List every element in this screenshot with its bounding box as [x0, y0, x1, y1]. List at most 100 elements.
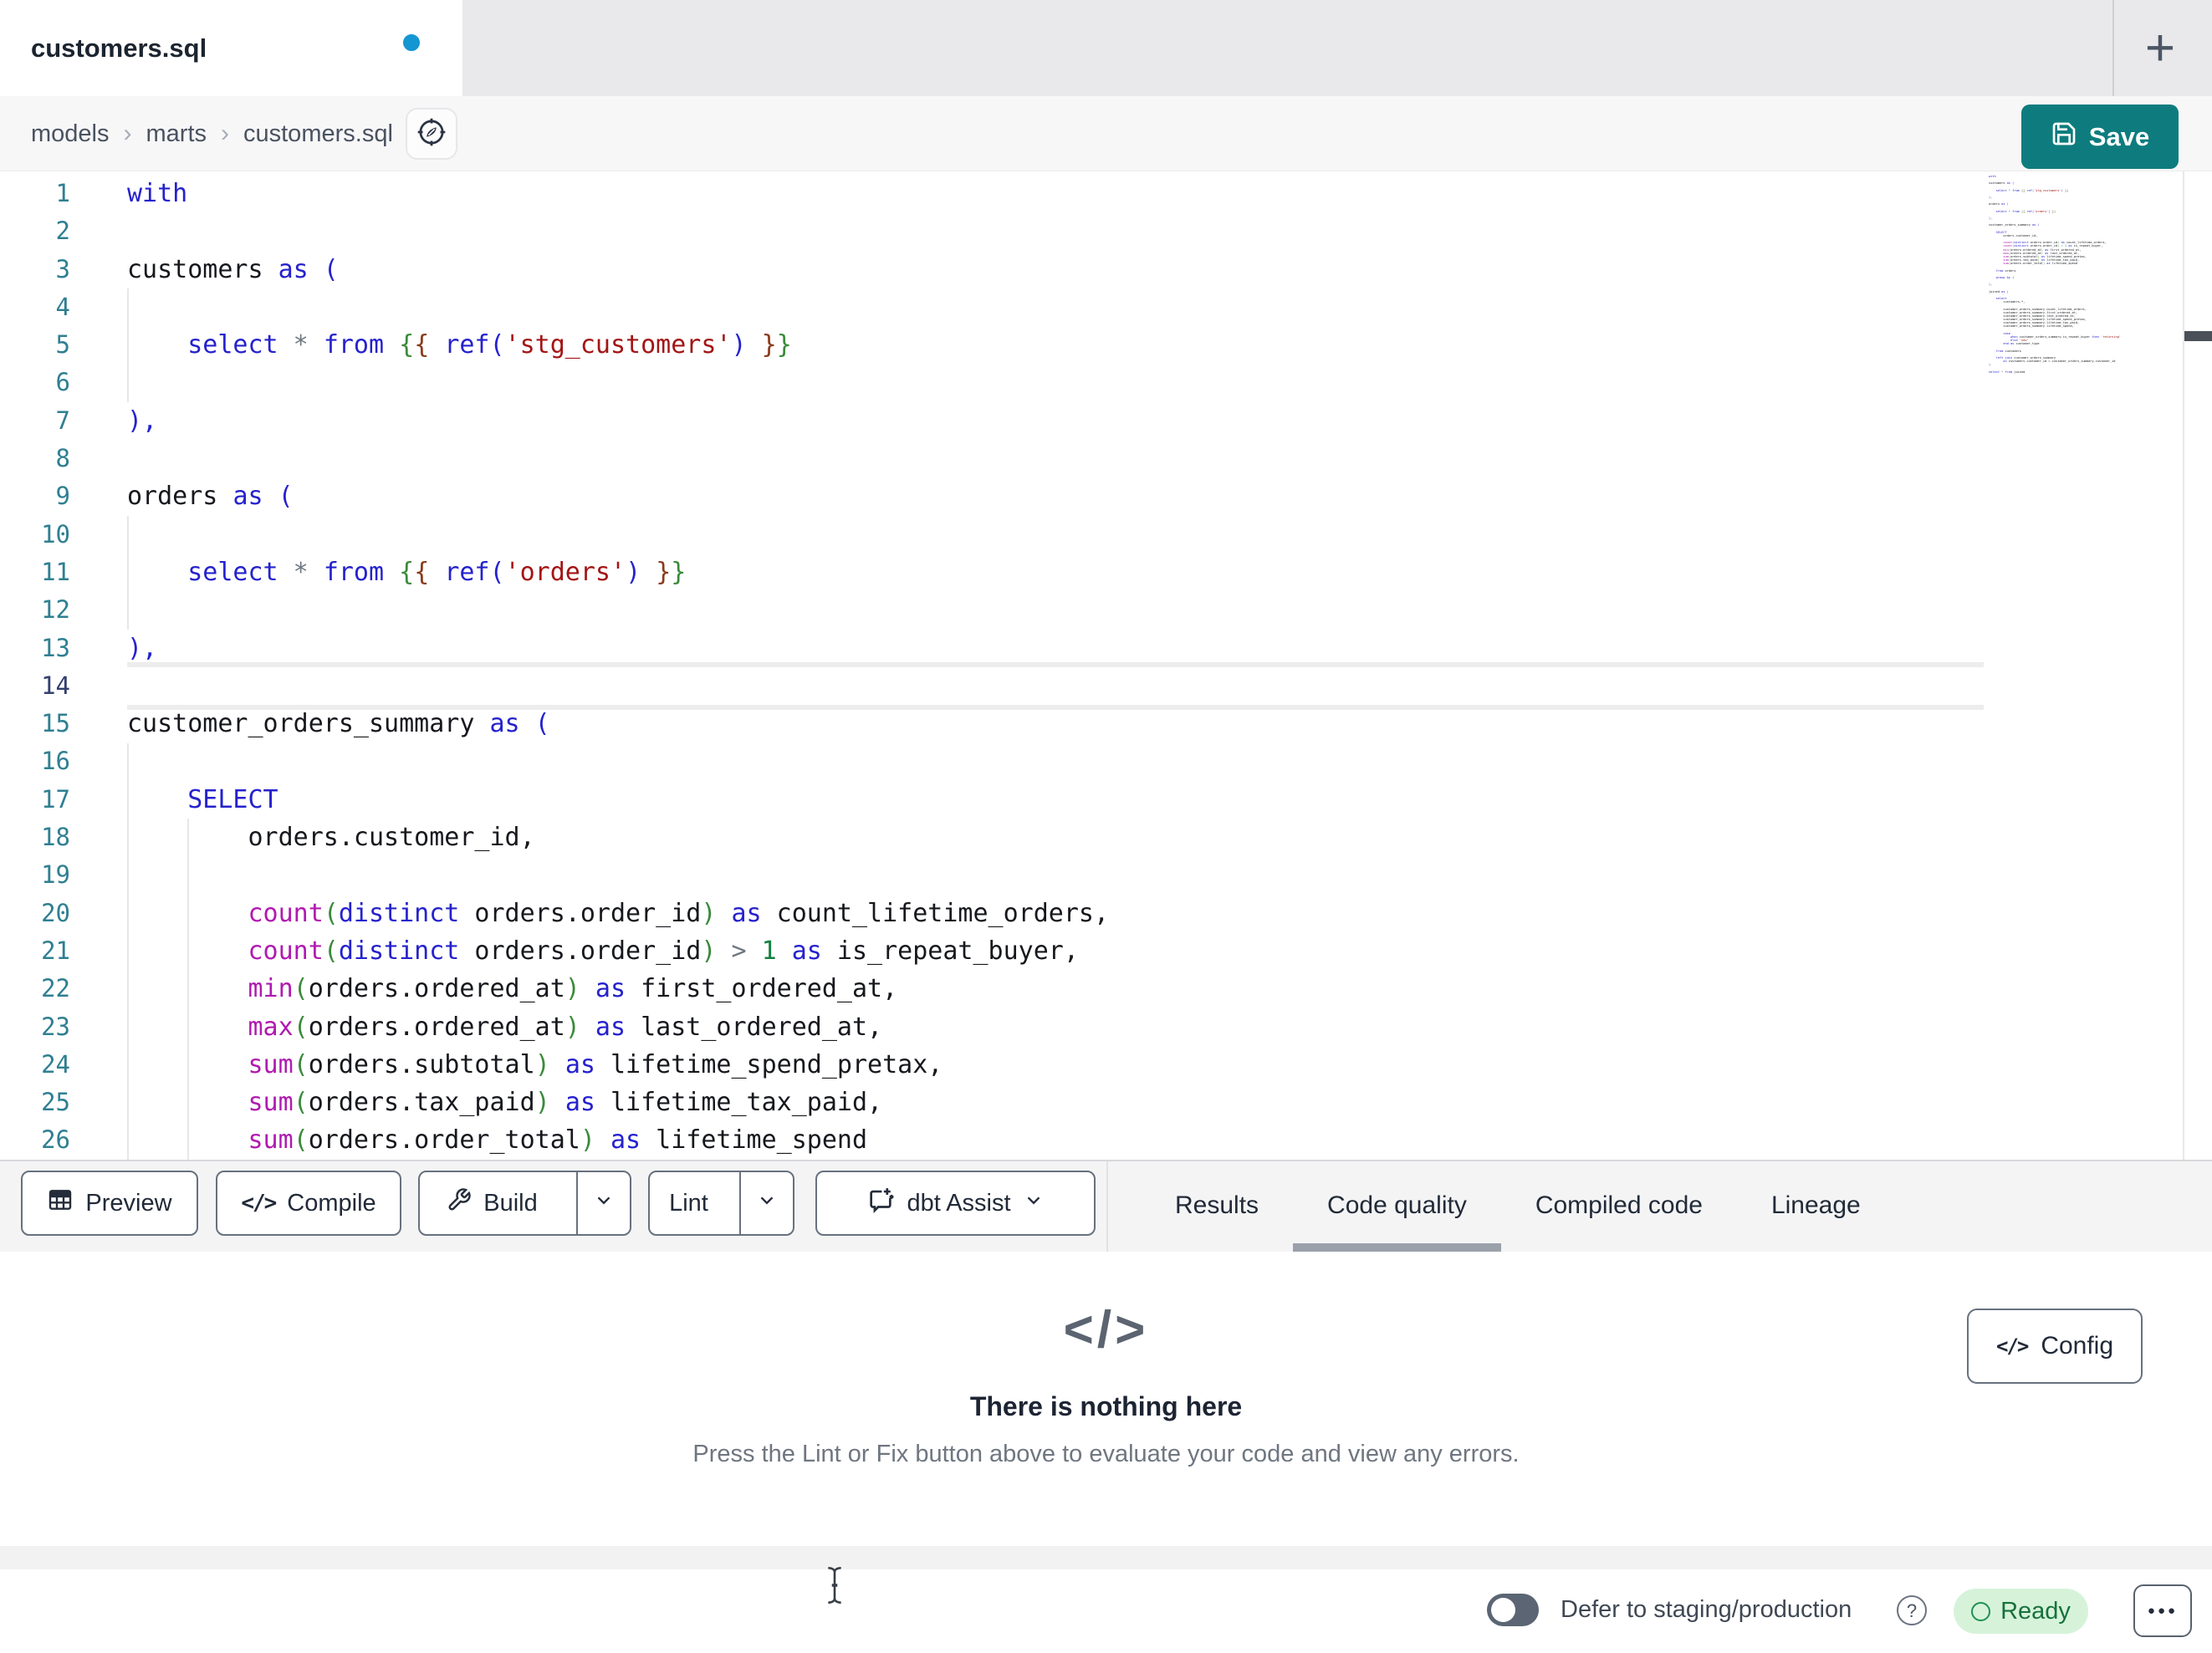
- build-split-button: Build: [418, 1171, 631, 1236]
- code-line[interactable]: 14: [0, 667, 2183, 705]
- code-line[interactable]: 1 with: [0, 175, 2183, 212]
- help-icon[interactable]: ?: [1897, 1595, 1927, 1625]
- code-line[interactable]: 15 customer_orders_summary as (: [0, 705, 2183, 742]
- ide-status-badge[interactable]: Ready: [1954, 1589, 2088, 1634]
- new-tab-button[interactable]: +: [2123, 12, 2198, 85]
- line-number[interactable]: 18: [0, 819, 70, 856]
- code-line[interactable]: 3 customers as (: [0, 251, 2183, 288]
- minimap-content: with customers as ( select * from {{ ref(…: [1989, 175, 2121, 374]
- code-line[interactable]: 12: [0, 591, 2183, 629]
- ready-label: Ready: [2000, 1597, 2071, 1625]
- code-line[interactable]: 8: [0, 440, 2183, 477]
- code-line[interactable]: 5 select * from {{ ref('stg_customers') …: [0, 326, 2183, 364]
- line-number[interactable]: 9: [0, 477, 70, 515]
- line-number[interactable]: 7: [0, 402, 70, 440]
- code-line[interactable]: 24 sum(orders.subtotal) as lifetime_spen…: [0, 1046, 2183, 1084]
- compile-button[interactable]: </> Compile: [216, 1171, 401, 1236]
- code-line[interactable]: 9 orders as (: [0, 477, 2183, 515]
- tab-compiled-code[interactable]: Compiled code: [1501, 1161, 1737, 1252]
- text-cursor-pointer: [824, 1565, 845, 1610]
- preview-button[interactable]: Preview: [21, 1171, 198, 1236]
- code-line[interactable]: 26 sum(orders.order_total) as lifetime_s…: [0, 1121, 2183, 1159]
- code-line[interactable]: 13),: [0, 630, 2183, 667]
- code-line[interactable]: 6: [0, 364, 2183, 401]
- line-number[interactable]: 22: [0, 970, 70, 1008]
- editor-scrollbar-thumb[interactable]: [2184, 331, 2212, 341]
- code-line[interactable]: 20 count(distinct orders.order_id) as co…: [0, 895, 2183, 932]
- line-number[interactable]: 21: [0, 932, 70, 970]
- code-text: select * from {{ ref('stg_customers') }}: [187, 330, 792, 360]
- line-number[interactable]: 25: [0, 1084, 70, 1121]
- code-line[interactable]: 4: [0, 288, 2183, 326]
- format-compass-button[interactable]: [406, 108, 457, 160]
- compile-label: Compile: [287, 1189, 376, 1217]
- compass-icon: [414, 115, 449, 154]
- code-text: max(orders.ordered_at) as last_ordered_a…: [248, 1012, 883, 1042]
- code-line[interactable]: 25 sum(orders.tax_paid) as lifetime_tax_…: [0, 1084, 2183, 1121]
- tab-code-quality[interactable]: Code quality: [1293, 1161, 1501, 1252]
- lint-dropdown-button[interactable]: [739, 1172, 793, 1234]
- breadcrumb-bar: models › marts › customers.sql Save: [0, 96, 2212, 171]
- line-number[interactable]: 1: [0, 175, 70, 212]
- save-button[interactable]: Save: [2021, 105, 2179, 169]
- file-tab-customers-sql[interactable]: customers.sql: [0, 0, 462, 96]
- horizontal-scrollbar-gutter[interactable]: [0, 1546, 2212, 1569]
- code-line[interactable]: 11 select * from {{ ref('orders') }}: [0, 554, 2183, 591]
- tab-results[interactable]: Results: [1141, 1161, 1293, 1252]
- code-line[interactable]: 10: [0, 516, 2183, 554]
- code-quality-panel: </> There is nothing here Press the Lint…: [0, 1252, 2212, 1546]
- dbt-assist-label: dbt Assist: [907, 1189, 1011, 1217]
- line-number[interactable]: 12: [0, 591, 70, 629]
- code-text: customer_orders_summary as (: [127, 709, 550, 739]
- line-number[interactable]: 11: [0, 554, 70, 591]
- line-number[interactable]: 17: [0, 781, 70, 819]
- empty-state-subtitle: Press the Lint or Fix button above to ev…: [692, 1441, 1520, 1467]
- lint-button[interactable]: Lint: [650, 1172, 728, 1234]
- code-line[interactable]: 18 orders.customer_id,: [0, 819, 2183, 856]
- line-number[interactable]: 14: [0, 667, 70, 705]
- line-number[interactable]: 8: [0, 440, 70, 477]
- code-line[interactable]: 17 SELECT: [0, 781, 2183, 819]
- build-button[interactable]: Build: [420, 1172, 564, 1234]
- overflow-menu-button[interactable]: ●●●: [2133, 1584, 2192, 1637]
- code-text: customers as (: [127, 254, 339, 284]
- code-line[interactable]: 21 count(distinct orders.order_id) > 1 a…: [0, 932, 2183, 970]
- line-number[interactable]: 3: [0, 251, 70, 288]
- code-text: orders as (: [127, 482, 294, 512]
- editor-scrollbar-track[interactable]: [2183, 171, 2212, 1160]
- defer-toggle[interactable]: [1487, 1594, 1539, 1626]
- line-number[interactable]: 6: [0, 364, 70, 401]
- code-text: SELECT: [187, 784, 278, 814]
- line-number[interactable]: 16: [0, 742, 70, 780]
- code-line[interactable]: 19: [0, 856, 2183, 894]
- code-line[interactable]: 23 max(orders.ordered_at) as last_ordere…: [0, 1008, 2183, 1046]
- line-number[interactable]: 23: [0, 1008, 70, 1046]
- line-number[interactable]: 4: [0, 288, 70, 326]
- code-editor[interactable]: 1 with 2 3 customers as (4 5 select * from {{…: [0, 171, 2183, 1160]
- config-label: Config: [2041, 1332, 2114, 1360]
- code-line[interactable]: 16: [0, 742, 2183, 780]
- line-number[interactable]: 20: [0, 895, 70, 932]
- config-button[interactable]: </> Config: [1967, 1309, 2143, 1384]
- line-number[interactable]: 2: [0, 212, 70, 250]
- line-number[interactable]: 13: [0, 630, 70, 667]
- code-line[interactable]: 7),: [0, 402, 2183, 440]
- build-dropdown-button[interactable]: [576, 1172, 630, 1234]
- line-number[interactable]: 10: [0, 516, 70, 554]
- editor-minimap[interactable]: with customers as ( select * from {{ ref(…: [1989, 175, 2183, 377]
- code-line[interactable]: 2: [0, 212, 2183, 250]
- line-number[interactable]: 24: [0, 1046, 70, 1084]
- lint-label: Lint: [669, 1189, 708, 1217]
- code-line[interactable]: 22 min(orders.ordered_at) as first_order…: [0, 970, 2183, 1008]
- code-text: sum(orders.order_total) as lifetime_spen…: [248, 1125, 868, 1156]
- tab-lineage[interactable]: Lineage: [1737, 1161, 1895, 1252]
- empty-state: </> There is nothing here Press the Lint…: [0, 1252, 2212, 1468]
- line-number[interactable]: 15: [0, 705, 70, 742]
- line-number[interactable]: 26: [0, 1121, 70, 1159]
- line-number[interactable]: 5: [0, 326, 70, 364]
- line-number[interactable]: 19: [0, 856, 70, 894]
- dbt-assist-button[interactable]: dbt Assist: [815, 1171, 1096, 1236]
